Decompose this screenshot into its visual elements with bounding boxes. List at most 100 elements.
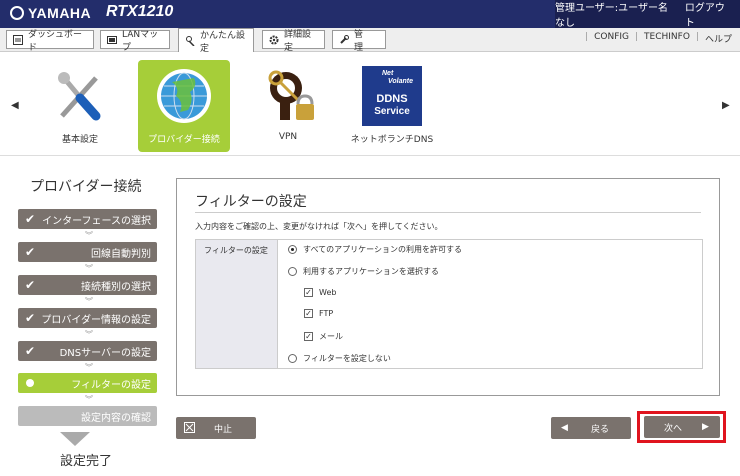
tab-dashboard[interactable]: ダッシュボード (6, 30, 94, 53)
next-label: 次へ (664, 423, 683, 434)
category-vpn[interactable]: VPN (242, 60, 334, 152)
step-provider-info: ✔ プロバイダー情報の設定 (18, 308, 157, 328)
divider: | (635, 32, 639, 42)
checkbox-checked-icon[interactable]: ✓ (304, 309, 313, 318)
check-icon: ✔ (25, 311, 36, 325)
radio-icon[interactable] (288, 354, 297, 363)
lock-key-icon (258, 66, 318, 126)
category-provider-connection[interactable]: プロバイダー接続 (138, 60, 230, 152)
divider: | (585, 32, 589, 42)
top-bar: YAMAHA RTX1210 管理ユーザー:ユーザー名なし ログアウト (0, 0, 740, 29)
filter-form: フィルターの設定 すべてのアプリケーションの利用を許可する 利用するアプリケーシ… (195, 239, 703, 369)
chevron-right-icon[interactable]: ▶ (722, 100, 730, 111)
ddns-logo-text: Service (374, 106, 410, 117)
option-label: 利用するアプリケーションを選択する (303, 267, 439, 276)
header-links: | CONFIG | TECHINFO | ヘルプ (585, 32, 732, 45)
field-label: フィルターの設定 (204, 246, 268, 255)
form-label-column: フィルターの設定 (196, 240, 278, 368)
techinfo-link[interactable]: TECHINFO (644, 32, 690, 45)
step-filter: フィルターの設定 (18, 373, 157, 393)
step-label: 回線自動判別 (91, 248, 151, 260)
category-label: 基本設定 (61, 135, 98, 145)
chevron-left-icon: ◀ (561, 423, 568, 433)
checkbox-label: Web (319, 288, 337, 297)
sidebar-title: プロバイダー接続 (30, 179, 142, 195)
tab-lan-map[interactable]: LANマップ (100, 30, 170, 53)
category-label: プロバイダー接続 (148, 135, 220, 145)
step-label: DNSサーバーの設定 (59, 347, 151, 359)
globe-icon (154, 66, 214, 126)
option-allow-all[interactable]: すべてのアプリケーションの利用を許可する (288, 244, 462, 255)
option-no-filter[interactable]: フィルターを設定しない (288, 353, 391, 364)
step-label: 接続種別の選択 (81, 281, 151, 293)
menu-bar: ダッシュボード LANマップ かんたん設定 詳細設定 管 理 | CONFIG … (0, 28, 740, 54)
chevron-down-icon: ︾ (85, 395, 93, 404)
wrench-icon (339, 34, 349, 45)
back-button[interactable]: ◀ 戻る (551, 417, 631, 439)
step-label: インターフェースの選択 (42, 215, 151, 227)
gear-icon (269, 35, 279, 45)
panel-instruction: 入力内容をご確認の上、変更がなければ「次へ」を押してください。 (195, 222, 443, 231)
check-icon: ✔ (25, 344, 36, 358)
check-icon: ✔ (25, 212, 36, 226)
divider (195, 212, 701, 213)
logout-link[interactable]: ログアウト (685, 0, 730, 29)
option-label: すべてのアプリケーションの利用を許可する (303, 245, 462, 254)
user-label: 管理ユーザー:ユーザー名なし (555, 3, 668, 29)
brand-name: YAMAHA (28, 5, 92, 21)
panel-title: フィルターの設定 (195, 194, 307, 210)
cancel-icon (184, 422, 195, 436)
category-netvolante-dns[interactable]: Net Volante DDNS Service ネットボランチDNS (346, 60, 438, 152)
category-carousel: ◀ ▶ 基本設定 プロバイダー接続 VPN Net Volante DDNS S… (0, 52, 740, 156)
tab-label: LANマップ (122, 29, 159, 53)
user-area: 管理ユーザー:ユーザー名なし ログアウト (555, 0, 740, 29)
tab-label: 詳細設定 (284, 29, 312, 53)
category-label: VPN (278, 132, 298, 142)
radio-icon[interactable] (288, 267, 297, 276)
yamaha-logo: YAMAHA (10, 5, 91, 21)
chevron-down-icon: ︾ (85, 363, 93, 372)
model-name: RTX1210 (106, 3, 174, 20)
radio-selected-icon[interactable] (288, 245, 297, 254)
current-step-icon (26, 379, 34, 387)
option-select-apps[interactable]: 利用するアプリケーションを選択する (288, 266, 439, 277)
tools-icon (50, 66, 110, 126)
checkbox-checked-icon[interactable]: ✓ (304, 332, 313, 341)
tab-label: かんたん設定 (200, 31, 246, 54)
checkbox-ftp[interactable]: ✓ FTP (304, 309, 333, 318)
checkbox-label: メール (319, 332, 343, 341)
step-auto-detect: ✔ 回線自動判別 (18, 242, 157, 262)
check-icon: ✔ (25, 245, 36, 259)
help-link[interactable]: ヘルプ (705, 32, 732, 45)
lan-map-icon (107, 35, 117, 45)
tab-easy-setup[interactable]: かんたん設定 (178, 28, 254, 54)
step-connection-type: ✔ 接続種別の選択 (18, 275, 157, 295)
check-icon: ✔ (25, 278, 36, 292)
tab-advanced[interactable]: 詳細設定 (262, 30, 325, 53)
ddns-logo-text: Net (382, 70, 394, 77)
filter-settings-panel: フィルターの設定 入力内容をご確認の上、変更がなければ「次へ」を押してください。… (176, 178, 720, 396)
chevron-left-icon[interactable]: ◀ (11, 100, 19, 111)
ddns-logo-text: Volante (388, 78, 414, 85)
next-button[interactable]: 次へ ▶ (644, 416, 720, 438)
checkbox-checked-icon[interactable]: ✓ (304, 288, 313, 297)
step-label: 設定内容の確認 (81, 412, 151, 424)
tab-management[interactable]: 管 理 (332, 30, 386, 53)
checkbox-label: FTP (319, 309, 334, 318)
back-label: 戻る (591, 424, 610, 435)
chevron-down-icon: ︾ (85, 297, 93, 306)
checkbox-mail[interactable]: ✓ メール (304, 331, 343, 342)
easy-setup-icon (185, 36, 195, 47)
chevron-right-icon: ▶ (702, 422, 709, 432)
checkbox-web[interactable]: ✓ Web (304, 288, 336, 297)
category-label: ネットボランチDNS (350, 135, 434, 145)
config-link[interactable]: CONFIG (594, 32, 629, 45)
tab-label: 管 理 (354, 29, 373, 53)
category-basic-settings[interactable]: 基本設定 (34, 60, 126, 152)
cancel-label: 中止 (214, 424, 233, 435)
cancel-button[interactable]: 中止 (176, 417, 256, 439)
yamaha-emblem-icon (10, 6, 24, 20)
chevron-down-icon: ︾ (85, 264, 93, 273)
arrow-down-icon (60, 432, 90, 446)
chevron-down-icon: ︾ (85, 231, 93, 240)
